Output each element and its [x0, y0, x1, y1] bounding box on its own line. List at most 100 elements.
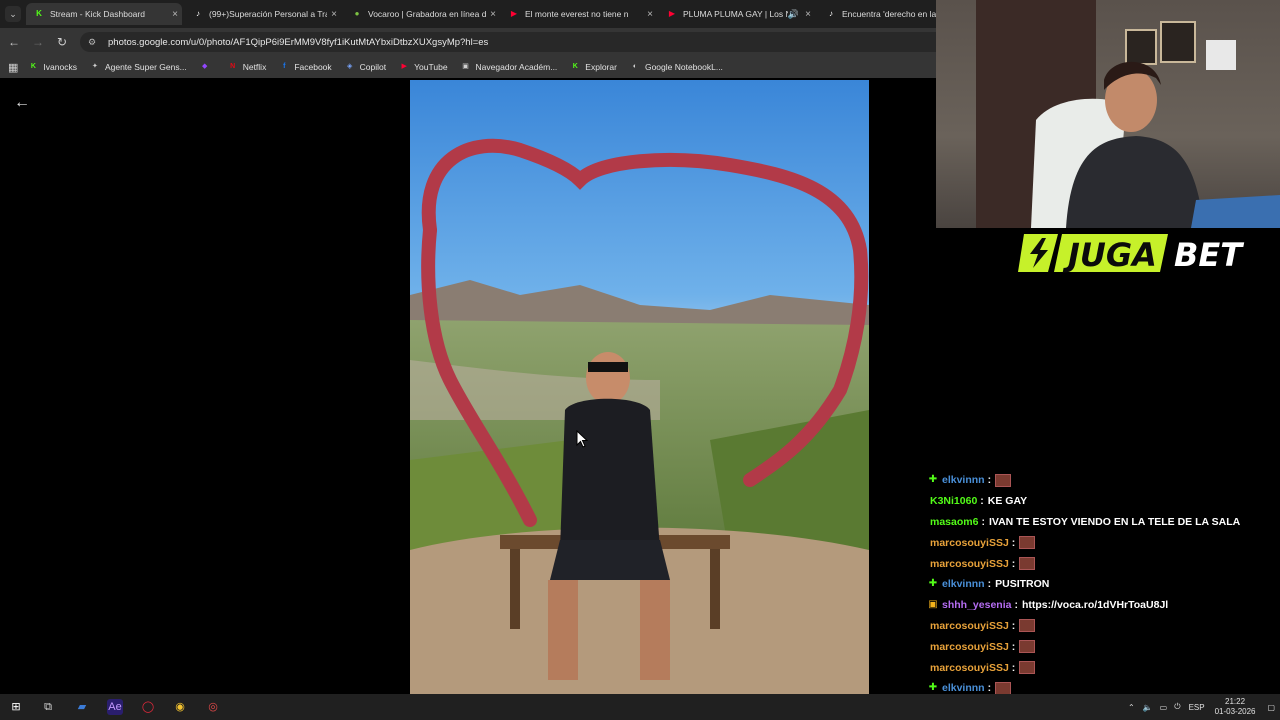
network-icon[interactable]: ▭	[1160, 703, 1168, 712]
chat-username[interactable]: marcosouyiSSJ	[930, 558, 1009, 570]
chat-emote-icon	[1019, 536, 1036, 550]
viewer-back-icon[interactable]: ←	[14, 94, 30, 112]
browser-tab[interactable]: ▶ El monte everest no tiene n ×	[501, 3, 657, 25]
og-badge-icon: ✚	[928, 578, 938, 590]
chat-separator: :	[1011, 661, 1016, 674]
chat-separator: :	[1011, 536, 1016, 549]
site-info-icon[interactable]: ⚙	[88, 37, 100, 48]
close-tab-icon[interactable]: ×	[168, 9, 182, 20]
obs-icon[interactable]: ◎	[205, 699, 221, 715]
notifications-icon[interactable]: ▢	[1268, 703, 1276, 712]
chat-message: marcosouyiSSJ:	[928, 657, 1280, 678]
notebooklm-icon: ◐	[632, 63, 638, 70]
browser-tab[interactable]: ♪ Encuentra 'derecho en la ca	[818, 3, 936, 25]
browser-tab[interactable]: ● Vocaroo | Grabadora en línea d ×	[344, 3, 500, 25]
chat-username[interactable]: elkvinnn	[942, 474, 985, 486]
task-view-icon[interactable]: ⧉	[40, 699, 56, 715]
bookmark-item[interactable]: N Netflix	[228, 62, 266, 72]
close-tab-icon[interactable]: ×	[801, 9, 815, 20]
clock[interactable]: 21:22 01-03-2026	[1215, 697, 1256, 717]
chat-message: marcosouyiSSJ:	[928, 532, 1280, 553]
chat-username[interactable]: marcosouyiSSJ	[930, 537, 1009, 549]
bookmark-item[interactable]: ▶ YouTube	[399, 62, 447, 72]
chat-text[interactable]: https://voca.ro/1dVHrToaU8Jl	[1022, 599, 1168, 611]
chat-text: PUSITRON	[995, 578, 1050, 591]
chat-separator: :	[987, 474, 992, 487]
chrome-icon[interactable]: ◉	[172, 699, 188, 715]
tab-title: Vocaroo | Grabadora en línea d	[368, 9, 486, 19]
close-tab-icon[interactable]: ×	[327, 9, 341, 20]
youtube-icon: ▶	[401, 63, 407, 70]
webcam-feed	[936, 0, 1280, 228]
tab-search-button[interactable]: ⌄	[5, 6, 21, 22]
bookmark-item[interactable]: ◆	[200, 62, 215, 72]
tab-title: El monte everest no tiene n	[525, 9, 629, 19]
bookmark-item[interactable]: f Facebook	[279, 62, 332, 72]
chevron-up-icon[interactable]: ⌃	[1128, 703, 1135, 712]
close-tab-icon[interactable]: ×	[643, 9, 657, 20]
back-icon[interactable]: ←	[6, 34, 22, 50]
tab-audio-icon[interactable]: 🔊	[788, 9, 799, 20]
bookmark-item[interactable]: K Ivanocks	[28, 62, 77, 72]
system-tray: ⌃ 🔈 ▭ ⏻ ESP 21:22 01-03-2026 ▢	[1128, 694, 1275, 720]
chat-separator: :	[1011, 557, 1016, 570]
chat-username[interactable]: K3Ni1060	[930, 495, 977, 507]
usb-icon[interactable]: ⏻	[1174, 702, 1180, 712]
bookmark-item[interactable]: ✦ Agente Super Gens...	[90, 62, 187, 72]
chat-message: marcosouyiSSJ:	[928, 553, 1280, 574]
copilot-icon: ◈	[346, 63, 353, 70]
chat-message: ✚ elkvinnn:	[928, 470, 1280, 491]
chat-text: IVAN TE ESTOY VIENDO EN LA TELE DE LA SA…	[988, 515, 1241, 528]
chat-username[interactable]: marcosouyiSSJ	[930, 641, 1009, 653]
chat-username[interactable]: shhh_yesenia	[942, 599, 1011, 611]
chat-emote-icon	[1019, 619, 1036, 633]
chat-username[interactable]: marcosouyiSSJ	[930, 620, 1009, 632]
kick-icon: K	[572, 63, 578, 70]
chat-emote-icon	[1019, 557, 1036, 571]
browser-tab[interactable]: ♪ (99+)Superación Personal a Tra ×	[185, 3, 341, 25]
gemini-icon: ✦	[92, 63, 98, 70]
chat-message: marcosouyiSSJ:	[928, 616, 1280, 637]
kick-icon: K	[36, 9, 42, 18]
language-indicator[interactable]: ESP	[1189, 703, 1205, 712]
url-text: photos.google.com/u/0/photo/AF1QipP6i9Er…	[108, 36, 489, 48]
tab-title: (99+)Superación Personal a Tra	[209, 9, 327, 19]
chat-separator: :	[981, 515, 985, 528]
bookmark-item[interactable]: ◈ Copilot	[345, 62, 386, 72]
chat-username[interactable]: elkvinnn	[942, 682, 985, 694]
chat-username[interactable]: marcosouyiSSJ	[930, 662, 1009, 674]
opera-icon[interactable]: ◯	[140, 699, 156, 715]
browser-tab[interactable]: ▶ PLUMA PLUMA GAY | Los N 🔊 ×	[659, 3, 815, 25]
photo-illustration	[410, 80, 869, 694]
bookmark-label: Navegador Académ...	[475, 62, 558, 72]
taskbar: ⊞ ⧉ ▰ Ae ◯ ◉ ◎ ⌃ 🔈 ▭ ⏻ ESP 21:22 01-03-2…	[0, 694, 1280, 720]
apps-grid-icon[interactable]: ▦	[8, 61, 18, 74]
facebook-icon: f	[283, 63, 286, 70]
bookmark-label: Facebook	[294, 62, 332, 72]
chat-separator: :	[1014, 599, 1018, 612]
after-effects-icon[interactable]: Ae	[107, 699, 123, 715]
close-tab-icon[interactable]: ×	[486, 9, 500, 20]
chat-username[interactable]: elkvinnn	[942, 578, 985, 590]
chat-emote-icon	[995, 473, 1012, 487]
windows-start-icon[interactable]: ⊞	[8, 699, 24, 715]
folder-icon: ▣	[462, 63, 469, 70]
chat-emote-icon	[995, 681, 1012, 695]
chat-separator: :	[987, 578, 992, 591]
forward-icon[interactable]: →	[30, 34, 46, 50]
bookmark-item[interactable]: ▣ Navegador Académ...	[461, 62, 558, 72]
file-explorer-icon[interactable]: ▰	[74, 699, 90, 715]
clock-date: 01-03-2026	[1214, 707, 1256, 716]
jugabet-logo-left-text: JUGA	[1062, 236, 1157, 274]
chat-separator: :	[980, 495, 984, 508]
reload-icon[interactable]: ↻	[54, 34, 70, 50]
jugabet-logo: JUGA BET	[1018, 234, 1244, 274]
address-bar[interactable]: ⚙ photos.google.com/u/0/photo/AF1QipP6i9…	[80, 32, 936, 52]
browser-tab[interactable]: K Stream - Kick Dashboard ×	[26, 3, 182, 25]
chat-username[interactable]: masaom6	[930, 516, 978, 528]
youtube-icon: ▶	[668, 9, 676, 18]
bookmark-item[interactable]: ◐ Google NotebookL...	[630, 62, 723, 72]
bookmark-label: Agente Super Gens...	[104, 62, 187, 72]
bookmark-item[interactable]: K Explorar	[570, 62, 617, 72]
speaker-icon[interactable]: 🔈	[1143, 703, 1153, 712]
